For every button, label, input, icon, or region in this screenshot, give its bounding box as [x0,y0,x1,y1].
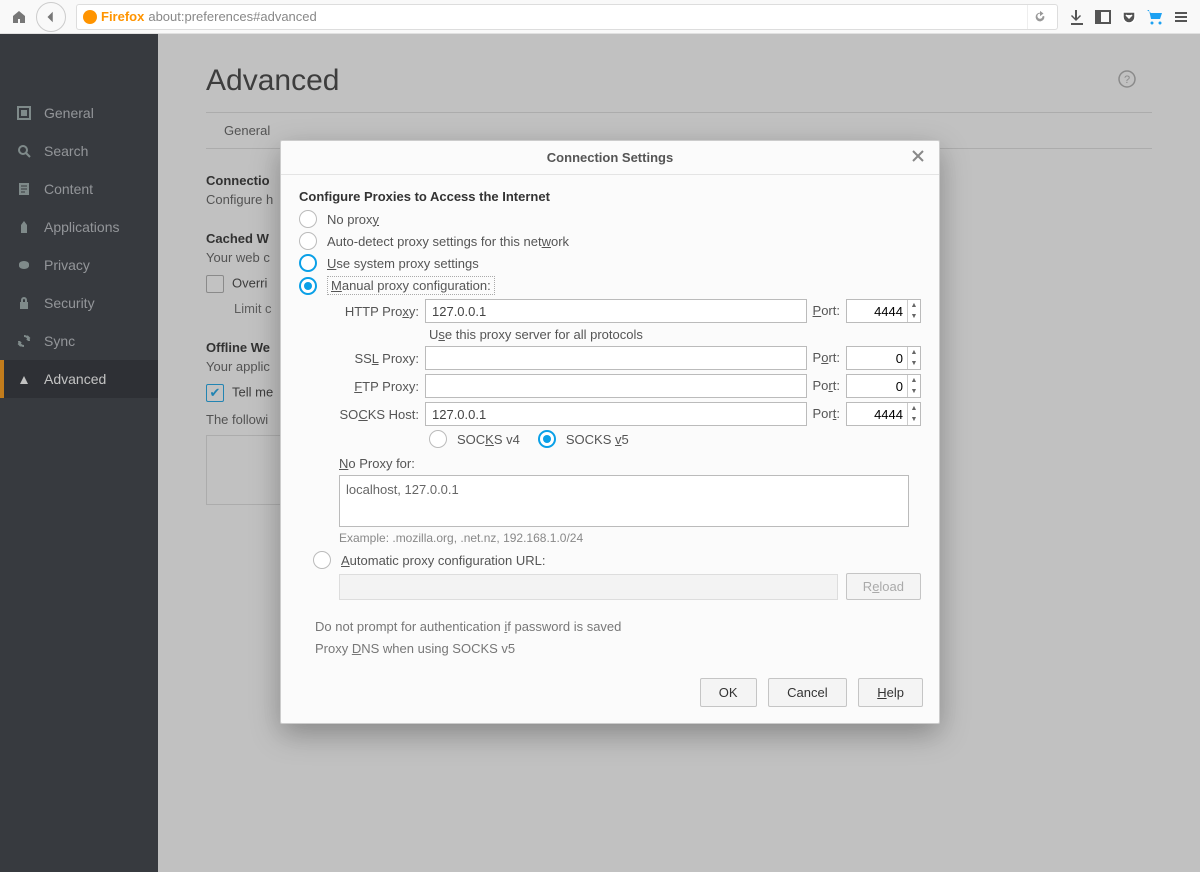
socks-host-label: SOCKS Host: [339,407,419,422]
pocket-icon[interactable] [1116,4,1142,30]
spinner[interactable]: ▲▼ [907,375,920,397]
http-proxy-input[interactable] [425,299,807,323]
menu-icon[interactable] [1168,4,1194,30]
ftp-port-input[interactable] [847,375,907,397]
radio-no-proxy[interactable]: No proxy [299,210,921,228]
proxy-section-label: Configure Proxies to Access the Internet [299,189,921,204]
spinner[interactable]: ▲▼ [907,300,920,322]
ftp-proxy-input[interactable] [425,374,807,398]
radio-auto-url[interactable]: Automatic proxy configuration URL: [313,551,921,569]
identity-box: Firefox [83,9,144,24]
reload-button: Reload [846,573,921,600]
http-port-input[interactable] [847,300,907,322]
no-proxy-example: Example: .mozilla.org, .net.nz, 192.168.… [339,531,921,545]
no-proxy-label: No Proxy for: [339,456,921,471]
ftp-port-label: Port: [813,378,840,394]
radio-icon [299,232,317,250]
sidebar-toggle-icon[interactable] [1090,4,1116,30]
http-port-label: Port: [813,303,840,319]
help-button[interactable]: Help [858,678,923,707]
dialog-title: Connection Settings [547,150,673,165]
browser-toolbar: Firefox about:preferences#advanced [0,0,1200,34]
socks-host-input[interactable] [425,402,807,426]
socks-port-input[interactable] [847,403,907,425]
dialog-title-bar: Connection Settings [281,141,939,175]
downloads-icon[interactable] [1064,4,1090,30]
cancel-button[interactable]: Cancel [768,678,846,707]
ssl-proxy-input[interactable] [425,346,807,370]
no-auth-prompt-checkbox[interactable] [299,618,315,634]
home-icon[interactable] [6,4,32,30]
spinner[interactable]: ▲▼ [907,347,920,369]
ssl-proxy-label: SSL Proxy: [339,351,419,366]
ftp-proxy-label: FTP Proxy: [339,379,419,394]
auto-url-input [339,574,838,600]
http-proxy-label: HTTP Proxy: [339,304,419,319]
radio-manual-proxy[interactable]: Manual proxy configuration: [299,276,921,295]
radio-icon [299,210,317,228]
ok-button[interactable]: OK [700,678,757,707]
proxy-dns-checkbox[interactable] [299,640,315,656]
radio-icon [299,277,317,295]
radio-icon [299,254,317,272]
ssl-port-label: Port: [813,350,840,366]
back-button[interactable] [36,2,66,32]
spinner[interactable]: ▲▼ [907,403,920,425]
radio-icon [313,551,331,569]
no-proxy-textarea[interactable] [339,475,909,527]
radio-socks4[interactable] [429,430,447,448]
ssl-port-input[interactable] [847,347,907,369]
reload-icon[interactable] [1027,5,1051,29]
socks-port-label: Port: [813,406,840,422]
close-icon[interactable] [911,149,929,167]
radio-system-proxy[interactable]: Use system proxy settings [299,254,921,272]
connection-settings-dialog: Connection Settings Configure Proxies to… [280,140,940,724]
radio-socks5[interactable] [538,430,556,448]
url-text: about:preferences#advanced [148,9,316,24]
firefox-icon [83,10,97,24]
radio-auto-detect[interactable]: Auto-detect proxy settings for this netw… [299,232,921,250]
cart-icon[interactable] [1142,4,1168,30]
url-field[interactable]: Firefox about:preferences#advanced [76,4,1058,30]
